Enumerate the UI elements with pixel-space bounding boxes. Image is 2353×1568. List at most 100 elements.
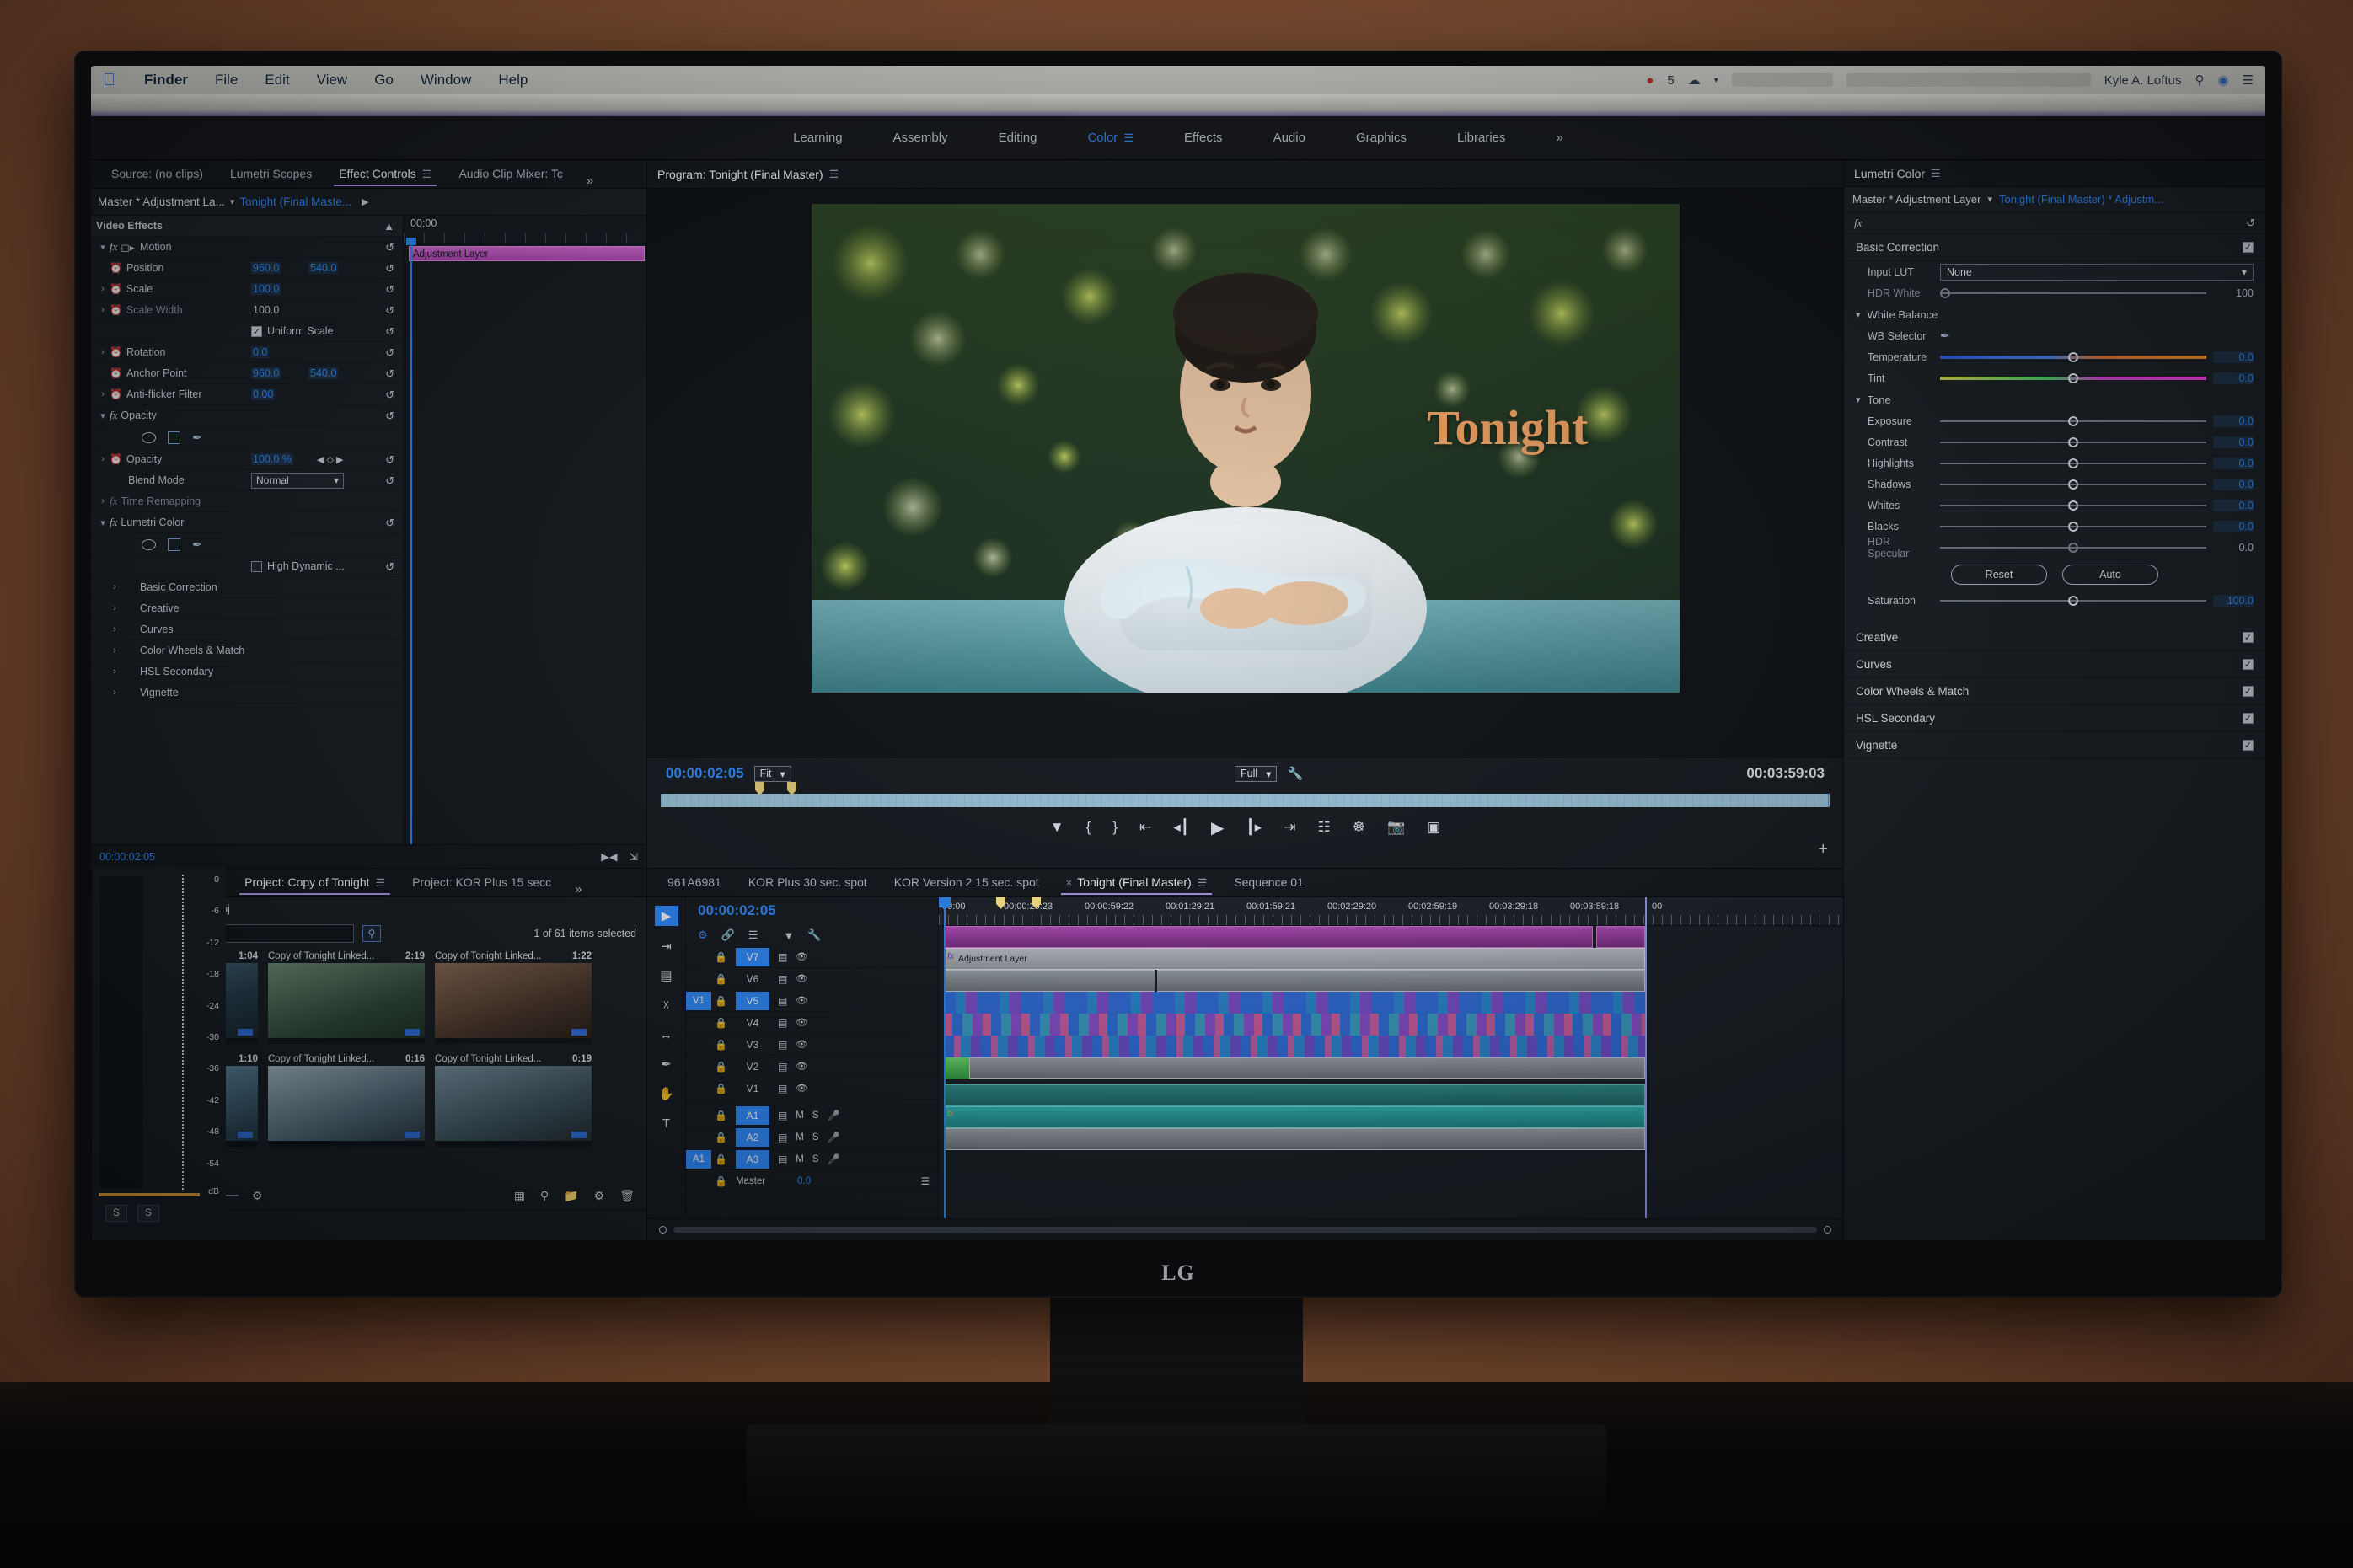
ec-footer-timecode[interactable]: 00:00:02:05 (99, 851, 155, 863)
tab-effect-controls[interactable]: Effect Controls ☰ (325, 160, 445, 188)
curves-checkbox[interactable]: ✓ (2243, 659, 2254, 670)
clip-lane-a2[interactable]: fx (939, 1106, 1843, 1128)
contrast-slider[interactable] (1940, 436, 2206, 449)
settings-wrench-icon[interactable]: 🔧 (1287, 766, 1303, 781)
anchor-x-value[interactable]: 960.0 (251, 367, 281, 379)
track-header-a2[interactable]: 🔒 A2 ▤ M S 🎤 (686, 1126, 938, 1148)
disclosure-icon[interactable]: ▾ (96, 517, 110, 528)
highlights-value[interactable]: 0.0 (2213, 457, 2254, 469)
sync-lock-icon[interactable]: ▤ (778, 973, 787, 985)
step-back-icon[interactable]: ◂┃ (1173, 819, 1189, 836)
blacks-value[interactable]: 0.0 (2213, 520, 2254, 532)
ec-master-label[interactable]: Master * Adjustment La... (98, 195, 225, 208)
voiceover-icon[interactable]: 🎤 (828, 1153, 840, 1165)
sync-lock-icon[interactable]: ▤ (778, 1083, 787, 1094)
tabs-overflow-icon[interactable]: » (576, 174, 603, 188)
project-item[interactable]: Copy of Tonight Linked... 0:19 (435, 1052, 592, 1147)
ec-prop-uniform-scale[interactable]: ✓ Uniform Scale ↺ (91, 321, 403, 342)
track-name-v2[interactable]: V2 (736, 1057, 769, 1076)
effect-controls-tabs[interactable]: Source: (no clips) Lumetri Scopes Effect… (91, 160, 646, 189)
slip-tool-icon[interactable]: ↔ (655, 1025, 678, 1044)
temperature-value[interactable]: 0.0 (2213, 351, 2254, 363)
timeline-tabs[interactable]: 961A6981 KOR Plus 30 sec. spot KOR Versi… (647, 869, 1843, 897)
disclosure-icon[interactable]: › (96, 496, 110, 506)
selection-tool-icon[interactable]: ▶ (654, 906, 678, 926)
timeline-current-timecode[interactable]: 00:00:02:05 (686, 897, 938, 924)
zoom-out-icon[interactable]: ▶◀ (601, 850, 617, 863)
project-item[interactable]: Copy of Tonight Linked... 2:19 (268, 950, 425, 1044)
ec-effect-lumetri-color[interactable]: ▾ fx Lumetri Color ↺ (91, 512, 403, 533)
program-current-timecode[interactable]: 00:00:02:05 (666, 765, 744, 782)
workspace-effects[interactable]: Effects (1159, 131, 1248, 145)
mute-button-a1[interactable]: M (796, 1110, 804, 1121)
timeline-clip-area[interactable]: 00:00 00:00:29:23 00:00:59:22 00:01:29:2… (939, 897, 1843, 1218)
program-transport-bar[interactable]: ▼ { } ⇤ ◂┃ ▶ ┃▸ ⇥ ☷ ☸ 📷 ▣ (647, 811, 1843, 844)
stopwatch-icon[interactable]: ⏰ (110, 388, 122, 400)
master-track-value[interactable]: 0.0 (797, 1176, 811, 1186)
auto-button[interactable]: Auto (2062, 565, 2158, 585)
project-item-thumbnail[interactable] (268, 963, 425, 1044)
lumetri-tone-buttons[interactable]: Reset Auto (1844, 558, 2265, 590)
solo-button-a1[interactable]: S (812, 1110, 819, 1121)
reset-icon[interactable]: ↺ (385, 384, 394, 405)
lock-icon[interactable]: 🔒 (715, 973, 727, 985)
track-header-v5[interactable]: V1 🔒 V5 ▤ 👁 (686, 990, 938, 1012)
workspace-graphics[interactable]: Graphics (1331, 131, 1432, 145)
dropbox-icon[interactable]: ● (1646, 73, 1654, 88)
lumetri-contrast-row[interactable]: Contrast 0.0 (1844, 431, 2265, 452)
timeline-header-icons[interactable]: ⚙ 🔗 ☰ ▼ 🔧 (686, 924, 938, 946)
thumbnail-scrubber[interactable] (405, 1029, 420, 1036)
lumetri-blacks-row[interactable]: Blacks 0.0 (1844, 516, 2265, 537)
effect-controls-timeline[interactable]: 00:00 Adjustment Layer (403, 216, 646, 896)
exposure-slider[interactable] (1940, 415, 2206, 428)
automate-to-sequence-icon[interactable]: ▦ (514, 1189, 525, 1203)
lumetri-panel-tab[interactable]: Lumetri Color ☰ (1844, 160, 2265, 187)
sync-lock-icon[interactable]: ▤ (778, 1061, 787, 1073)
panel-menu-icon[interactable]: ☰ (1123, 131, 1134, 145)
thumbnail-scrubber[interactable] (571, 1029, 587, 1036)
add-marker-icon[interactable]: ▼ (784, 929, 795, 942)
disclosure-icon[interactable]: › (96, 305, 110, 315)
track-name-a3[interactable]: A3 (735, 1149, 769, 1169)
lock-icon[interactable]: 🔒 (715, 951, 727, 963)
snap-icon[interactable]: ⚙ (698, 928, 708, 942)
track-name-v6[interactable]: V6 (736, 970, 769, 988)
battery-percent-icon[interactable]: 5 (1667, 73, 1674, 88)
track-visibility-icon[interactable]: 👁 (796, 1039, 807, 1050)
blend-mode-select[interactable]: Normal ▾ (251, 472, 344, 489)
reset-icon[interactable]: ↺ (385, 300, 394, 321)
reset-icon[interactable]: ↺ (385, 556, 394, 577)
thumbnail-scrubber[interactable] (238, 1029, 253, 1036)
anchor-y-value[interactable]: 540.0 (308, 367, 339, 379)
clip-lane-v3[interactable] (939, 1014, 1843, 1036)
sync-lock-icon[interactable]: ▤ (778, 1039, 787, 1051)
lumetri-tone-header[interactable]: ▾ Tone (1844, 388, 2265, 410)
timeline-settings-icon[interactable]: 🔧 (807, 928, 821, 942)
lumetri-input-lut-row[interactable]: Input LUT None ▾ (1844, 261, 2265, 282)
reset-icon[interactable]: ↺ (385, 449, 394, 470)
ec-prop-opacity-value[interactable]: › ⏰ Opacity 100.0 % ◀ ◇ ▶ ↺ (91, 449, 403, 470)
sync-lock-icon[interactable]: ▤ (778, 1132, 787, 1143)
audio-meter-clip-indicator[interactable] (99, 1193, 200, 1196)
track-name-v5[interactable]: V5 (735, 991, 769, 1010)
tab-program-monitor[interactable]: Program: Tonight (Final Master) (657, 168, 823, 181)
track-visibility-icon[interactable]: 👁 (796, 973, 807, 984)
menubar-user[interactable]: Kyle A. Loftus (2104, 73, 2182, 88)
go-to-out-icon[interactable]: ⇥ (1284, 819, 1295, 836)
ec-group-basic-correction[interactable]: › Basic Correction (91, 577, 403, 598)
lumetri-hdr-specular-row[interactable]: HDR Specular 0.0 (1844, 536, 2265, 559)
track-name-a2[interactable]: A2 (735, 1127, 769, 1147)
anti-flicker-value[interactable]: 0.00 (251, 388, 276, 400)
opacity-value[interactable]: 100.0 % (251, 453, 293, 465)
track-visibility-icon[interactable]: 👁 (796, 1017, 807, 1028)
clip-lane-v7[interactable] (939, 926, 1843, 948)
disclosure-icon[interactable]: › (108, 582, 121, 592)
hdr-specular-slider[interactable] (1940, 541, 2206, 554)
clip-lane-v1[interactable] (939, 1057, 1843, 1079)
stopwatch-icon[interactable]: ⏰ (110, 346, 122, 358)
disclosure-icon[interactable]: › (96, 389, 110, 399)
tab-project-copy-of-tonight[interactable]: Project: Copy of Tonight ☰ (231, 869, 399, 896)
lumetri-exposure-row[interactable]: Exposure 0.0 (1844, 410, 2265, 431)
disclosure-icon[interactable]: › (108, 645, 121, 656)
project-item-thumbnail[interactable] (435, 963, 592, 1044)
